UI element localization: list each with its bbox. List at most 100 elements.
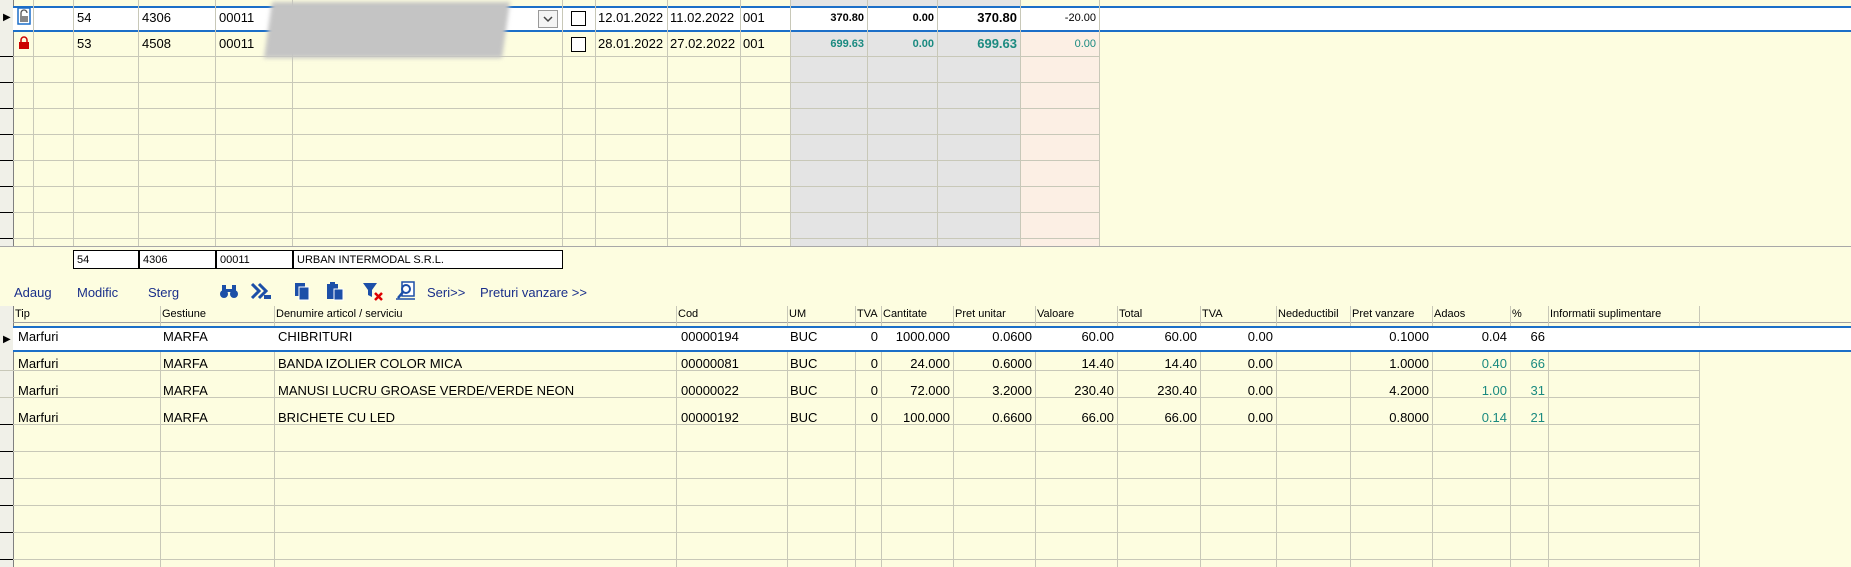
cell-code: 00011	[219, 10, 255, 25]
binoculars-icon[interactable]	[219, 281, 239, 301]
header-nedeductibil[interactable]: Nedeductibil	[1278, 306, 1339, 322]
header-total[interactable]: Total	[1119, 306, 1142, 322]
cell-gestiune: 001	[743, 10, 765, 25]
cell-nr: 54	[77, 10, 92, 25]
cell-date-doc: 12.01.2022	[598, 10, 664, 25]
row-checkbox[interactable]	[571, 11, 586, 26]
excel-icon[interactable]	[250, 281, 271, 301]
cell-pret-unitar: 0.0600	[992, 329, 1032, 344]
divider	[0, 246, 1851, 247]
cell-tip: Marfuri	[18, 356, 59, 371]
header-pret-vanzare[interactable]: Pret vanzare	[1352, 306, 1414, 322]
summary-nr-field: 54	[73, 250, 139, 269]
cell-pret-vanzare: 4.2000	[1389, 383, 1429, 398]
header-informatii[interactable]: Informatii suplimentare	[1550, 306, 1661, 322]
cell-percent: 66	[1530, 356, 1545, 371]
cell-difference: 0.00	[1074, 38, 1096, 50]
header-tva[interactable]: TVA	[857, 306, 878, 322]
cell-valoare: 60.00	[1081, 329, 1114, 344]
summary-doc-field: 4306	[139, 250, 216, 269]
cell-gestiune: MARFA	[163, 356, 208, 371]
cell-um: BUC	[790, 383, 818, 398]
cell-cod: 00000081	[681, 356, 739, 371]
cell-tip: Marfuri	[18, 329, 59, 344]
cell-denumire: CHIBRITURI	[278, 329, 353, 344]
header-adaos[interactable]: Adaos	[1434, 306, 1465, 322]
header-tva-value[interactable]: TVA	[1202, 306, 1223, 322]
header-percent[interactable]: %	[1512, 306, 1522, 322]
cell-doc: 4508	[142, 36, 171, 51]
cell-tva-value: 0.00	[1247, 383, 1273, 398]
row-checkbox[interactable]	[571, 37, 586, 52]
cell-adaos: 0.40	[1481, 356, 1507, 371]
cell-pret-vanzare: 0.8000	[1389, 410, 1429, 425]
cell-total: 230.40	[1157, 383, 1197, 398]
header-cod[interactable]: Cod	[678, 306, 698, 322]
header-denumire[interactable]: Denumire articol / serviciu	[276, 306, 403, 322]
cell-cantitate: 100.000	[903, 410, 950, 425]
cell-cod: 00000022	[681, 383, 739, 398]
cell-date-due: 27.02.2022	[670, 36, 736, 51]
header-valoare[interactable]: Valoare	[1037, 306, 1074, 322]
cell-pret-unitar: 0.6000	[992, 356, 1032, 371]
adaug-button[interactable]: Adaug	[14, 285, 52, 301]
cell-denumire: BRICHETE CU LED	[278, 410, 396, 425]
header-cantitate[interactable]: Cantitate	[883, 306, 927, 322]
cell-valoare: 14.40	[1081, 356, 1114, 371]
copy-icon[interactable]	[292, 281, 312, 301]
cell-percent: 21	[1530, 410, 1545, 425]
cell-gestiune: MARFA	[163, 329, 208, 344]
preturi-vanzare-button[interactable]: Preturi vanzare >>	[480, 285, 587, 301]
cell-cantitate: 1000.000	[895, 329, 950, 344]
header-gestiune[interactable]: Gestiune	[162, 306, 206, 322]
cell-tva-value: 0.00	[1247, 329, 1273, 344]
cell-pret-vanzare: 1.0000	[1389, 356, 1429, 371]
cell-tva: 0	[870, 410, 878, 425]
paste-icon[interactable]	[325, 281, 345, 301]
cell-cantitate: 24.000	[910, 356, 950, 371]
summary-partner-field: URBAN INTERMODAL S.R.L.	[293, 250, 563, 269]
cell-adaos: 0.14	[1481, 410, 1507, 425]
cell-tip: Marfuri	[18, 410, 59, 425]
current-row-arrow-icon: ▶	[3, 334, 11, 345]
locked-icon	[18, 36, 30, 50]
cell-cantitate: 72.000	[910, 383, 950, 398]
cell-code: 00011	[219, 36, 255, 51]
filter-clear-icon[interactable]	[362, 281, 383, 301]
cell-adaos: 0.04	[1481, 329, 1507, 344]
items-grid[interactable]: Tip Gestiune Denumire articol / serviciu…	[0, 306, 1851, 567]
header-pret-unitar[interactable]: Pret unitar	[955, 306, 1006, 322]
cell-tva: 0	[870, 383, 878, 398]
cell-tva: 0.00	[912, 12, 934, 24]
row-indicator-column	[0, 0, 14, 246]
cell-cod: 00000194	[681, 329, 739, 344]
header-tip[interactable]: Tip	[15, 306, 30, 322]
cell-gestiune: MARFA	[163, 410, 208, 425]
partner-dropdown-chevron-down-icon[interactable]	[538, 10, 558, 28]
cell-tip: Marfuri	[18, 383, 59, 398]
cell-denumire: BANDA IZOLIER COLOR MICA	[278, 356, 463, 371]
redacted-partner-name	[264, 2, 510, 58]
unlocked-icon[interactable]	[16, 7, 32, 25]
cell-total: 60.00	[1164, 329, 1197, 344]
documents-grid[interactable]: ▶ 54 4306 00011 12.01.2022 11.02.2022 00…	[0, 0, 1851, 246]
sterg-button[interactable]: Sterg	[148, 285, 179, 301]
cell-tva: 0.00	[912, 38, 934, 50]
cell-um: BUC	[790, 410, 818, 425]
cell-date-due: 11.02.2022	[670, 10, 735, 25]
header-um[interactable]: UM	[789, 306, 806, 322]
cell-tva: 0	[870, 329, 878, 344]
cell-tva-value: 0.00	[1247, 356, 1273, 371]
seri-button[interactable]: Seri>>	[427, 285, 465, 301]
cell-valoare: 66.00	[1081, 410, 1114, 425]
cell-total: 699.63	[977, 36, 1017, 51]
cell-um: BUC	[790, 356, 818, 371]
cell-total: 66.00	[1164, 410, 1197, 425]
cell-pret-unitar: 0.6600	[992, 410, 1032, 425]
summary-code-field: 00011	[216, 250, 293, 269]
cell-difference: -20.00	[1064, 12, 1096, 24]
cell-nr: 53	[77, 36, 92, 51]
modific-button[interactable]: Modific	[77, 285, 118, 301]
print-preview-icon[interactable]	[395, 281, 415, 301]
cell-total: 370.80	[977, 10, 1017, 25]
